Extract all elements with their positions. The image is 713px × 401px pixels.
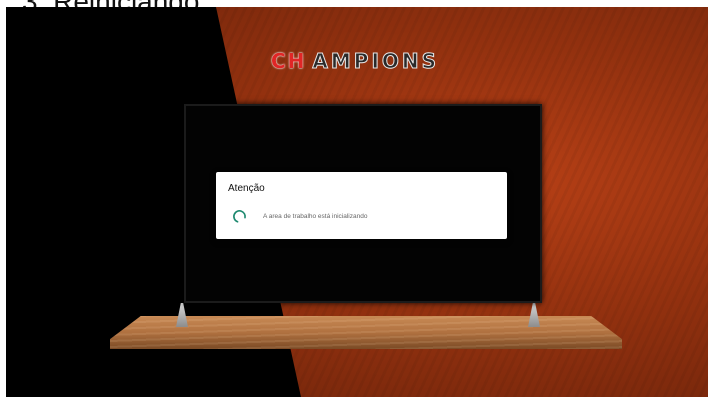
attention-dialog: Atenção A area de trabalho está iniciali… [216, 172, 507, 239]
champions-logo: CH AMPIONS [271, 49, 440, 74]
logo-mark: CH [271, 49, 307, 73]
logo-text: AMPIONS [312, 49, 440, 74]
loading-spinner-icon [233, 210, 246, 223]
tv-scene: CH AMPIONS Atenção A area de trabalho es… [6, 7, 708, 397]
wooden-shelf [110, 316, 622, 349]
dialog-message: A area de trabalho está inicializando [263, 213, 368, 220]
tv-stand-left [176, 303, 188, 327]
dialog-title: Atenção [228, 183, 265, 194]
